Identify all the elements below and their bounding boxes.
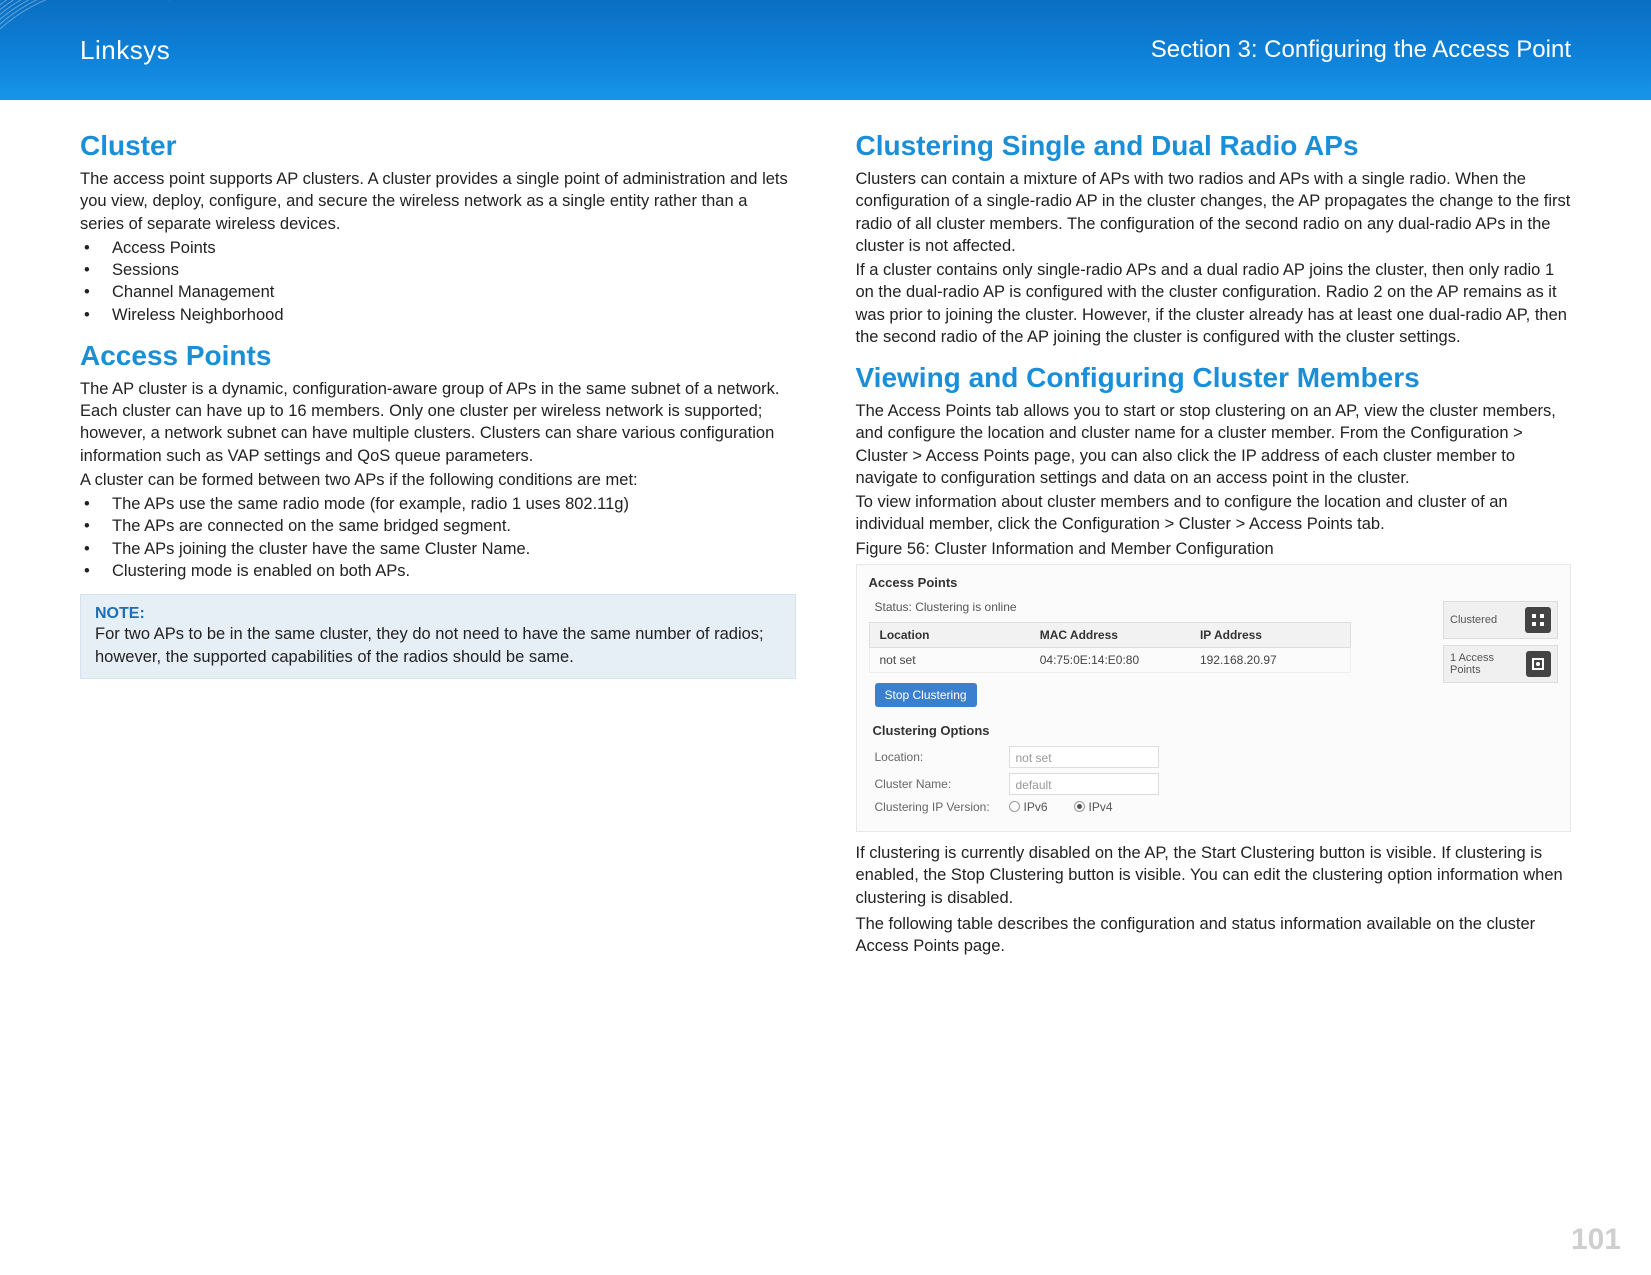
list-item: The APs are connected on the same bridge… bbox=[80, 515, 796, 537]
para-after-figure-2: The following table describes the config… bbox=[856, 913, 1572, 958]
ss-th-ip: IP Address bbox=[1190, 623, 1350, 647]
page-content: Cluster The access point supports AP clu… bbox=[0, 100, 1651, 959]
heading-access-points: Access Points bbox=[80, 340, 796, 372]
ss-th-location: Location bbox=[870, 623, 1030, 647]
section-label: Section 3: Configuring the Access Point bbox=[1151, 36, 1571, 64]
ss-tile-count-label: 1 Access Points bbox=[1450, 652, 1526, 676]
ss-radio-ipv6[interactable]: IPv6 bbox=[1009, 800, 1048, 814]
ss-td-location: not set bbox=[870, 648, 1030, 672]
heading-cluster: Cluster bbox=[80, 130, 796, 162]
access-point-icon bbox=[1526, 651, 1551, 677]
para-ap-conditions-lead: A cluster can be formed between two APs … bbox=[80, 469, 796, 491]
para-view-2: To view information about cluster member… bbox=[856, 491, 1572, 536]
brand-label: Linksys bbox=[80, 35, 170, 66]
ss-cluster-name-input[interactable]: default bbox=[1009, 773, 1159, 795]
list-item: Channel Management bbox=[80, 281, 796, 303]
ss-location-input[interactable]: not set bbox=[1009, 746, 1159, 768]
para-single-dual-2: If a cluster contains only single-radio … bbox=[856, 259, 1572, 348]
list-item: Wireless Neighborhood bbox=[80, 304, 796, 326]
ss-radio-ipv4-label: IPv4 bbox=[1089, 800, 1113, 814]
ss-ipversion-label: Clustering IP Version: bbox=[875, 800, 995, 814]
ss-tab-title: Access Points bbox=[869, 575, 1559, 590]
ss-table-row: not set 04:75:0E:14:E0:80 192.168.20.97 bbox=[869, 648, 1352, 673]
figure-caption: Figure 56: Cluster Information and Membe… bbox=[856, 538, 1572, 560]
ss-location-label: Location: bbox=[875, 750, 995, 764]
ss-radio-ipv4[interactable]: IPv4 bbox=[1074, 800, 1113, 814]
ss-radio-ipv6-label: IPv6 bbox=[1024, 800, 1048, 814]
note-body: For two APs to be in the same cluster, t… bbox=[95, 623, 781, 668]
ss-location-row: Location: not set bbox=[875, 746, 1559, 768]
heading-single-dual: Clustering Single and Dual Radio APs bbox=[856, 130, 1572, 162]
list-item: The APs use the same radio mode (for exa… bbox=[80, 493, 796, 515]
para-view-1: The Access Points tab allows you to star… bbox=[856, 400, 1572, 489]
list-item: Clustering mode is enabled on both APs. bbox=[80, 560, 796, 582]
list-item: Sessions bbox=[80, 259, 796, 281]
para-ap-desc: The AP cluster is a dynamic, configurati… bbox=[80, 378, 796, 467]
ss-cluster-name-row: Cluster Name: default bbox=[875, 773, 1559, 795]
note-box: NOTE: For two APs to be in the same clus… bbox=[80, 594, 796, 679]
para-cluster-intro: The access point supports AP clusters. A… bbox=[80, 168, 796, 235]
heading-view-configure: Viewing and Configuring Cluster Members bbox=[856, 362, 1572, 394]
page-number: 101 bbox=[1571, 1223, 1621, 1257]
ss-right-tiles: Clustered 1 Access Points bbox=[1443, 601, 1558, 689]
ss-table-header: Location MAC Address IP Address bbox=[869, 622, 1352, 648]
ss-td-mac: 04:75:0E:14:E0:80 bbox=[1030, 648, 1190, 672]
list-item: Access Points bbox=[80, 237, 796, 259]
ss-th-mac: MAC Address bbox=[1030, 623, 1190, 647]
cluster-topics-list: Access Points Sessions Channel Managemen… bbox=[80, 237, 796, 326]
right-column: Clustering Single and Dual Radio APs Clu… bbox=[856, 130, 1572, 959]
radio-icon bbox=[1074, 801, 1085, 812]
note-label: NOTE: bbox=[95, 605, 781, 623]
page-header: Linksys Section 3: Configuring the Acces… bbox=[0, 0, 1651, 100]
ss-tile-count: 1 Access Points bbox=[1443, 645, 1558, 683]
figure-screenshot: Access Points Status: Clustering is onli… bbox=[856, 564, 1572, 832]
para-single-dual-1: Clusters can contain a mixture of APs wi… bbox=[856, 168, 1572, 257]
cluster-icon bbox=[1525, 607, 1551, 633]
radio-icon bbox=[1009, 801, 1020, 812]
ss-cluster-name-label: Cluster Name: bbox=[875, 777, 995, 791]
ap-conditions-list: The APs use the same radio mode (for exa… bbox=[80, 493, 796, 582]
para-after-figure-1: If clustering is currently disabled on t… bbox=[856, 842, 1572, 909]
ss-tile-clustered: Clustered bbox=[1443, 601, 1558, 639]
ss-clustering-options-heading: Clustering Options bbox=[873, 723, 1559, 738]
ss-tile-clustered-label: Clustered bbox=[1450, 614, 1497, 626]
ss-stop-clustering-button[interactable]: Stop Clustering bbox=[875, 683, 977, 707]
list-item: The APs joining the cluster have the sam… bbox=[80, 538, 796, 560]
ss-td-ip[interactable]: 192.168.20.97 bbox=[1190, 648, 1350, 672]
left-column: Cluster The access point supports AP clu… bbox=[80, 130, 796, 959]
ss-ipversion-row: Clustering IP Version: IPv6 IPv4 bbox=[875, 800, 1559, 814]
